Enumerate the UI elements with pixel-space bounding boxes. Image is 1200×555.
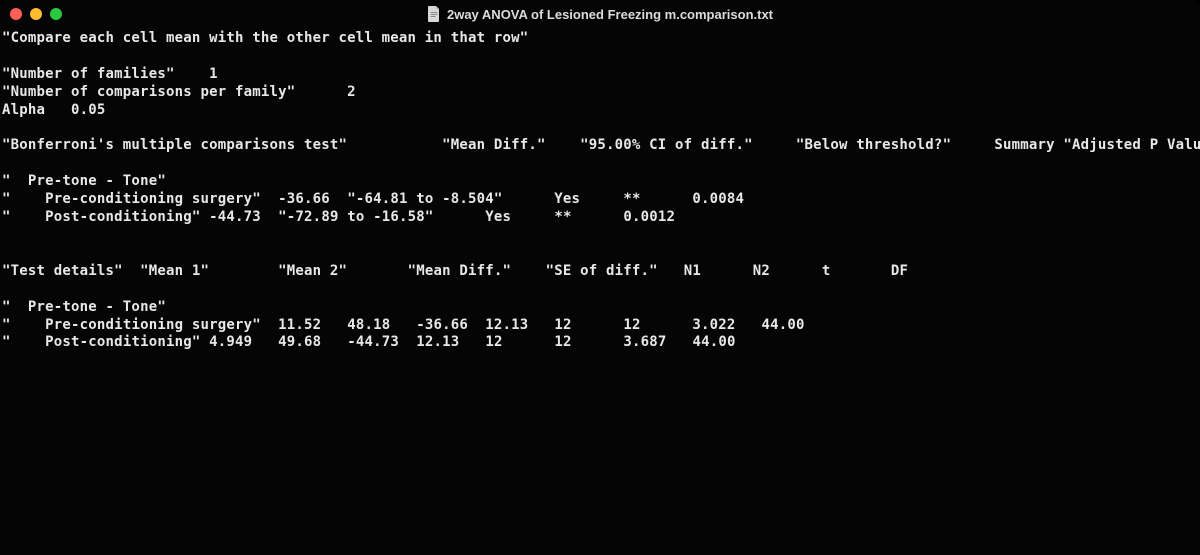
file-content: "Compare each cell mean with the other c… [0,28,1200,352]
text-line: "Compare each cell mean with the other c… [2,30,528,46]
text-line: "Number of comparisons per family" 2 [2,84,356,100]
bonf-group-line: " Pre-tone - Tone" [2,173,166,189]
text-line: Alpha 0.05 [2,102,106,118]
minimize-icon[interactable] [30,8,42,20]
bonf-row: " Post-conditioning" -44.73 "-72.89 to -… [2,209,675,225]
close-icon[interactable] [10,8,22,20]
window: 2way ANOVA of Lesioned Freezing m.compar… [0,0,1200,555]
text-line: "Number of families" 1 [2,66,218,82]
bonf-header-line: "Bonferroni's multiple comparisons test"… [2,137,1200,153]
traffic-lights [10,8,62,20]
details-row: " Post-conditioning" 4.949 49.68 -44.73 … [2,334,736,350]
window-title: 2way ANOVA of Lesioned Freezing m.compar… [447,7,773,22]
titlebar: 2way ANOVA of Lesioned Freezing m.compar… [0,0,1200,28]
bonf-row: " Pre-conditioning surgery" -36.66 "-64.… [2,191,744,207]
document-icon [427,6,441,22]
details-header-line: "Test details" "Mean 1" "Mean 2" "Mean D… [2,263,908,279]
details-group-line: " Pre-tone - Tone" [2,299,166,315]
zoom-icon[interactable] [50,8,62,20]
details-row: " Pre-conditioning surgery" 11.52 48.18 … [2,317,805,333]
title-wrap: 2way ANOVA of Lesioned Freezing m.compar… [0,6,1200,22]
